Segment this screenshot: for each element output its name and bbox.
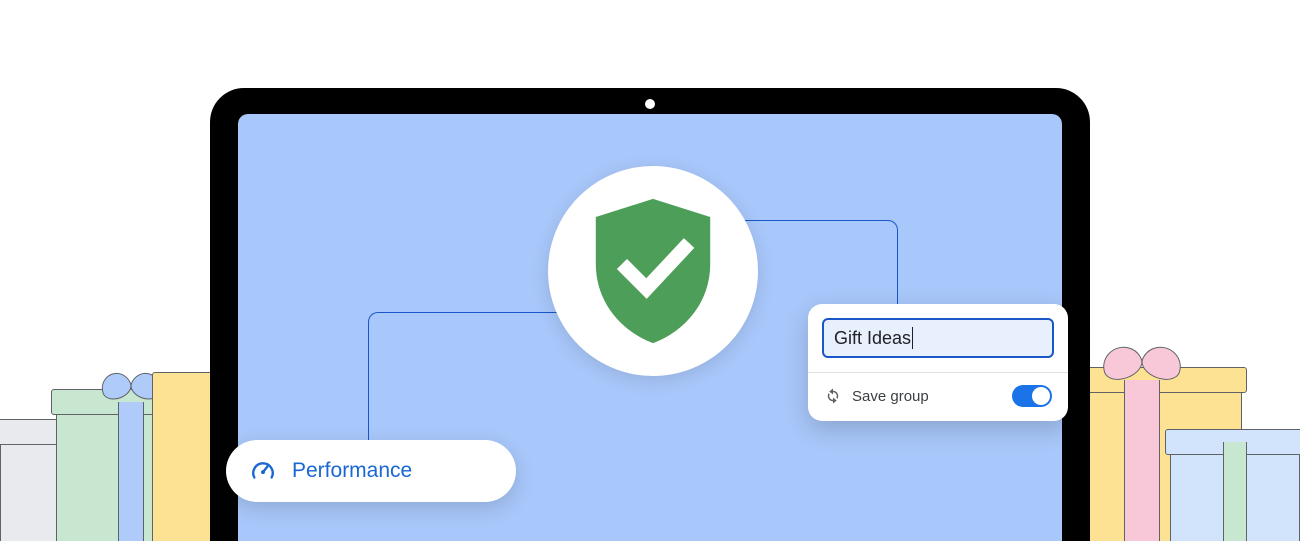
gift-box-blue	[1170, 442, 1300, 541]
shield-check-icon	[588, 196, 718, 346]
safety-check-badge	[548, 166, 758, 376]
save-group-toggle[interactable]	[1012, 385, 1052, 407]
save-group-label: Save group	[852, 388, 1002, 405]
illustration-stage: Performance Gift Ideas Save group	[0, 0, 1300, 541]
performance-label: Performance	[292, 459, 412, 483]
performance-button[interactable]: Performance	[226, 440, 516, 502]
save-group-row[interactable]: Save group	[822, 383, 1054, 409]
tab-group-name-value: Gift Ideas	[834, 328, 911, 349]
webcam-dot	[645, 99, 655, 109]
text-cursor	[912, 327, 913, 349]
connector-line-left	[368, 312, 593, 452]
laptop-screen: Performance Gift Ideas Save group	[238, 114, 1062, 541]
divider	[808, 372, 1068, 373]
sync-icon	[824, 387, 842, 405]
laptop-frame: Performance Gift Ideas Save group	[210, 88, 1090, 541]
tab-group-card: Gift Ideas Save group	[808, 304, 1068, 421]
speedometer-icon	[250, 458, 276, 484]
tab-group-name-input[interactable]: Gift Ideas	[822, 318, 1054, 358]
